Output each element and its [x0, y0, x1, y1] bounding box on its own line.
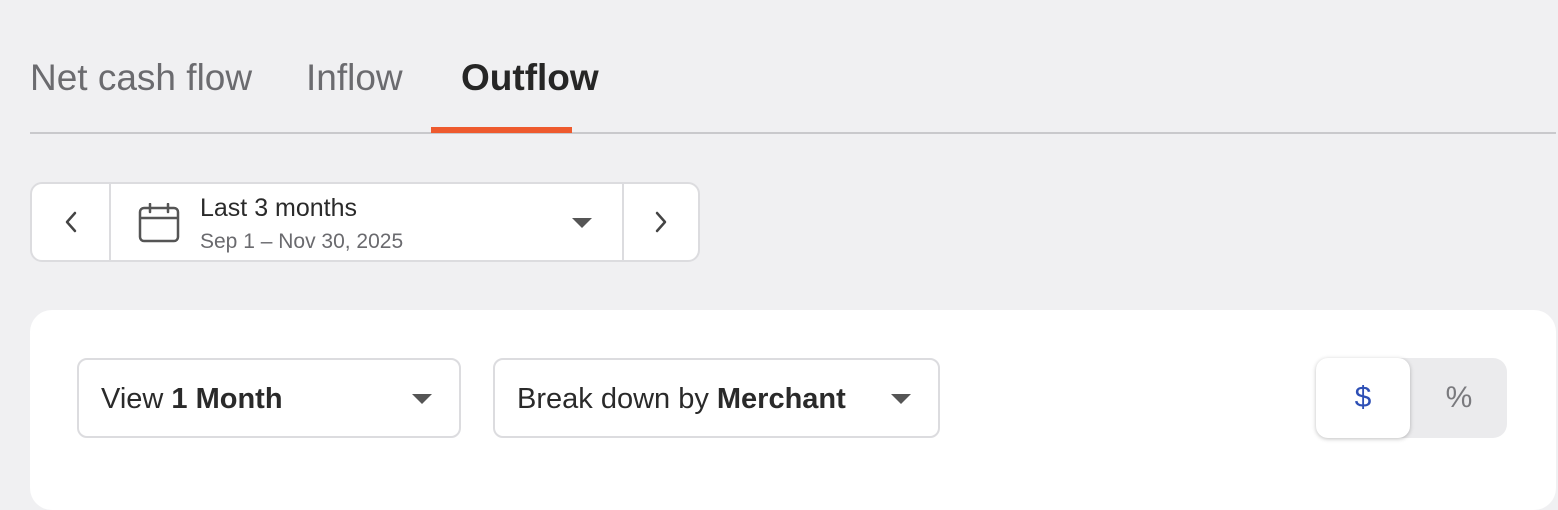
breakdown-select[interactable]: Break down by Merchant [493, 358, 940, 438]
calendar-icon [138, 203, 180, 243]
cash-flow-tabs: Net cash flow Inflow Outflow [30, 0, 1556, 134]
chevron-left-icon [65, 211, 76, 233]
previous-period-button[interactable] [32, 184, 111, 260]
tab-inflow[interactable]: Inflow [306, 56, 403, 100]
caret-down-icon [572, 218, 592, 228]
percent-toggle-button[interactable]: % [1412, 358, 1506, 438]
tab-net-cash-flow[interactable]: Net cash flow [30, 56, 252, 100]
date-range-subtitle: Sep 1 – Nov 30, 2025 [200, 230, 404, 253]
unit-toggle: $ % [1316, 358, 1507, 438]
caret-down-icon [891, 394, 911, 404]
tab-outflow[interactable]: Outflow [461, 56, 599, 100]
date-range-picker: Last 3 months Sep 1 – Nov 30, 2025 [30, 182, 700, 262]
next-period-button[interactable] [622, 184, 698, 260]
dollar-toggle-button[interactable]: $ [1316, 358, 1410, 438]
caret-down-icon [412, 394, 432, 404]
view-period-select[interactable]: View 1 Month [77, 358, 461, 438]
active-tab-indicator [431, 127, 572, 133]
breakdown-label: Break down by Merchant [517, 383, 846, 415]
outflow-card: View 1 Month Break down by Merchant $ % [30, 310, 1556, 510]
view-period-label: View 1 Month [101, 383, 283, 415]
date-range-dropdown[interactable]: Last 3 months Sep 1 – Nov 30, 2025 [112, 184, 622, 260]
chevron-right-icon [655, 211, 667, 233]
date-range-title: Last 3 months [200, 194, 358, 222]
